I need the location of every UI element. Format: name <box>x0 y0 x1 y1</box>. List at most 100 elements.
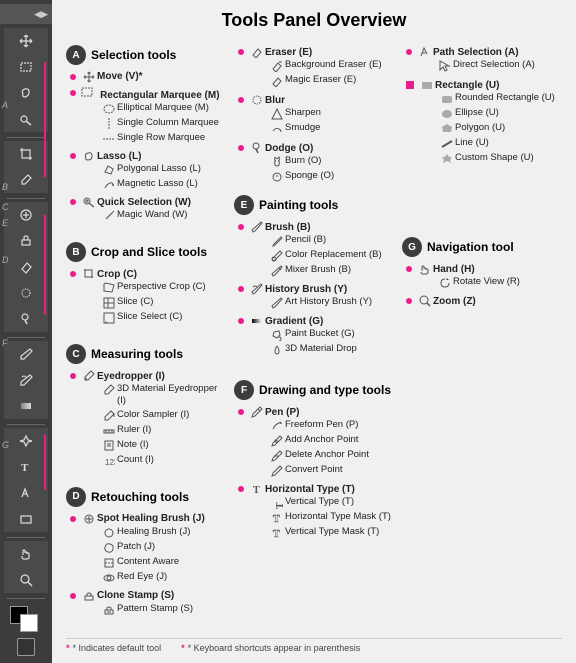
quicksel-tool-btn[interactable] <box>4 106 48 132</box>
magic-wand: Magic Wand (W) <box>81 209 191 223</box>
direct-sel: Direct Selection (A) <box>417 59 535 73</box>
eyedrop-label: Eyedropper (I) <box>97 370 165 383</box>
hand-tool-btn[interactable] <box>4 541 48 567</box>
section-b-header: B Crop and Slice tools <box>66 242 226 262</box>
direct-sel-label: Direct Selection (A) <box>453 59 535 71</box>
dodge-group: Dodge (O) Burn (O) Sponge <box>234 141 394 185</box>
patch-label: Patch (J) <box>117 541 155 553</box>
background-color[interactable] <box>20 614 38 632</box>
pink-dot <box>70 199 76 205</box>
section-a-title: Selection tools <box>91 48 176 62</box>
blur-group: Blur Sharpen Smudge <box>234 93 394 137</box>
healing-brush-label: Healing Brush (J) <box>117 526 190 538</box>
pink-dot <box>70 153 76 159</box>
eyedropper-tool-btn[interactable] <box>4 167 48 193</box>
healing-tool-btn[interactable] <box>4 202 48 228</box>
healing-brush: Healing Brush (J) <box>81 526 205 540</box>
healing-group: Spot Healing Brush (J) Healing Brush (J) <box>66 512 226 586</box>
ellipse-marquee: Elliptical Marquee (M) <box>81 102 220 116</box>
crop-tool-btn[interactable] <box>4 141 48 167</box>
freeform-pen: Freeform Pen (P) <box>249 419 369 433</box>
spot-healing-icon <box>81 512 97 526</box>
single-row-label: Single Row Marquee <box>117 132 205 144</box>
dodge-tool-btn[interactable] <box>4 306 48 332</box>
brush-group: Brush (B) Pencil (B) Color <box>234 220 394 279</box>
paint-bucket-icon <box>269 328 285 342</box>
color-replace-icon <box>269 249 285 263</box>
bg-eraser: Background Eraser (E) <box>249 59 382 73</box>
footnote-pink-star1: * <box>66 643 70 653</box>
blur-label: Blur <box>265 94 285 107</box>
pathsel-tool-btn[interactable] <box>4 480 48 506</box>
stamp-tool-btn[interactable] <box>4 228 48 254</box>
section-a-header: A Selection tools <box>66 45 226 65</box>
pencil: Pencil (B) <box>249 234 382 248</box>
color-sampler: Color Sampler (I) <box>81 409 226 423</box>
pink-dot <box>70 271 76 277</box>
crop-icon <box>81 267 97 281</box>
pen-icon <box>249 405 265 419</box>
art-hist-brush-icon <box>269 296 285 310</box>
hist-brush-icon <box>249 282 265 296</box>
vert-type: T Vertical Type (T) <box>249 496 391 510</box>
pink-dot <box>70 90 76 96</box>
rect-shape-label: Rectangle (U) <box>435 79 499 92</box>
pink-dot <box>406 49 412 55</box>
paint-bucket-label: Paint Bucket (G) <box>285 328 355 340</box>
histbrush-tool-btn[interactable] <box>4 367 48 393</box>
label-f: F <box>2 338 8 348</box>
freeform-pen-icon <box>269 419 285 433</box>
content-aware-icon <box>101 556 117 570</box>
svg-text:123: 123 <box>105 458 115 467</box>
pink-dot <box>70 373 76 379</box>
move-tool: Move (V)* <box>66 70 226 84</box>
pink-dot <box>406 266 412 272</box>
move-tool-btn[interactable] <box>4 28 48 54</box>
ellipse-shape-icon <box>439 107 455 121</box>
col3: Path Selection (A) Direct Selection (A) <box>402 45 562 630</box>
type-tool-btn[interactable]: T <box>4 454 48 480</box>
pen-tool-btn[interactable] <box>4 428 48 454</box>
3d-eyedrop-icon <box>101 383 117 397</box>
color-replace: Color Replacement (B) <box>249 249 382 263</box>
badge-e: E <box>234 195 254 215</box>
zoom-tool-btn[interactable] <box>4 567 48 593</box>
horiz-type-mask: T Horizontal Type Mask (T) <box>249 511 391 525</box>
gradient-tool-btn[interactable] <box>4 393 48 419</box>
section-a: A Selection tools Move (V)* <box>66 45 226 226</box>
gradient-group: Gradient (G) Paint Bucket (G) <box>234 314 394 358</box>
blur-tool-btn[interactable] <box>4 280 48 306</box>
slice-icon <box>101 296 117 310</box>
main-content: Tools Panel Overview A Selection tools M… <box>52 0 576 663</box>
foreground-background[interactable] <box>10 606 42 634</box>
bg-eraser-icon <box>269 59 285 73</box>
section-f-title: Drawing and type tools <box>259 383 391 397</box>
sections-grid: A Selection tools Move (V)* <box>66 45 562 630</box>
pen-group: Pen (P) Freeform Pen (P) A <box>234 405 394 479</box>
move-tool-label: Move (V)* <box>97 70 143 83</box>
ruler-label: Ruler (I) <box>117 424 151 436</box>
quicksel-label: Quick Selection (W) <box>97 196 191 209</box>
eraser-label: Eraser (E) <box>265 46 312 59</box>
delete-anchor-icon <box>269 449 285 463</box>
persp-crop-label: Perspective Crop (C) <box>117 281 206 293</box>
badge-d: D <box>66 487 86 507</box>
svg-text:T: T <box>273 529 280 539</box>
paint-bucket: Paint Bucket (G) <box>249 328 357 342</box>
marquee-tool-btn[interactable] <box>4 54 48 80</box>
pink-dot <box>238 286 244 292</box>
hand-icon <box>417 262 433 276</box>
pink-dot <box>238 97 244 103</box>
lasso-tool-btn[interactable] <box>4 80 48 106</box>
shape-tool-btn[interactable] <box>4 506 48 532</box>
rounded-rect-icon <box>439 92 455 106</box>
rounded-rect: Rounded Rectangle (U) <box>419 92 555 106</box>
eraser-tool-btn[interactable] <box>4 254 48 280</box>
quick-mask-btn[interactable] <box>17 638 35 656</box>
pink-dot <box>238 145 244 151</box>
brush-tool-btn[interactable] <box>4 341 48 367</box>
hand-group: Hand (H) Rotate View (R) <box>402 262 562 291</box>
ruler: Ruler (I) <box>81 424 226 438</box>
vert-type-icon: T <box>269 496 285 510</box>
convert-point-icon <box>269 464 285 478</box>
